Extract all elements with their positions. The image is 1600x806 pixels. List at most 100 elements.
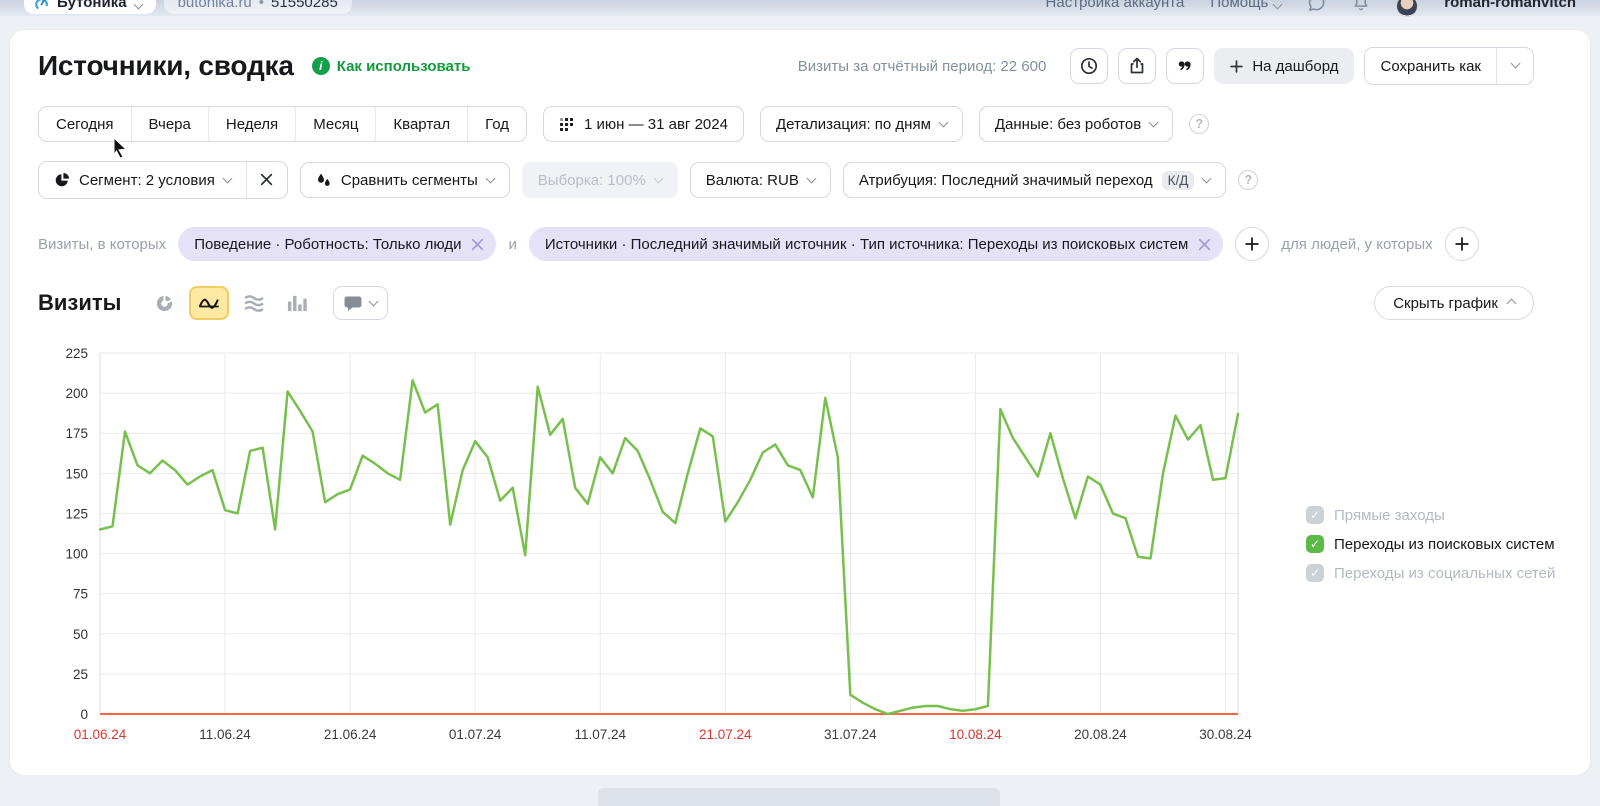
attribution-dropdown[interactable]: Атрибуция: Последний значимый переход К/… [843,162,1227,198]
help-menu[interactable]: Помощь [1210,0,1281,14]
chevron-down-icon [653,174,663,184]
segment-suffix-label: для людей, у которых [1281,236,1432,253]
topbar-right: Настройка аккаунта Помощь roman-romanvit… [1046,0,1576,14]
period-week[interactable]: Неделя [208,107,295,141]
segment-dropdown[interactable]: Сегмент: 2 условия [39,162,246,198]
username[interactable]: roman-romanvitch [1444,0,1576,14]
compare-segments-dropdown[interactable]: Сравнить сегменты [300,162,510,198]
currency-dropdown[interactable]: Валюта: RUB [690,162,831,198]
segment-filter-row: Сегмент: 2 условия Сравнить сегменты Выб… [38,161,1562,199]
period-year[interactable]: Год [467,107,526,141]
x-axis-tick: 20.08.24 [1074,727,1127,742]
metric-title: Визиты [38,290,121,316]
help-label: Помощь [1210,0,1268,11]
comments-dropdown[interactable] [333,286,388,320]
sampling-dropdown[interactable]: Выборка: 100% [522,162,678,198]
date-range-label: 1 июн — 31 авг 2024 [584,116,728,133]
plus-icon [1245,237,1259,251]
history-clock-button[interactable] [1070,48,1108,84]
pie-segment-icon [54,172,70,188]
chevron-down-icon [806,174,816,184]
save-as-dropdown-button[interactable] [1497,48,1533,82]
attribution-label: Атрибуция: Последний значимый переход [859,172,1153,189]
user-avatar[interactable] [1396,0,1418,17]
annotations-button[interactable] [1166,48,1204,84]
segment-button-group: Сегмент: 2 условия [38,161,288,199]
x-axis-tick: 21.06.24 [324,727,377,742]
segment-chip-robots[interactable]: Поведение · Роботность: Только люди [178,227,496,261]
notifications-bell-icon[interactable] [1352,0,1370,14]
add-visit-condition-button[interactable] [1235,227,1269,261]
period-filter-row: Сегодня Вчера Неделя Месяц Квартал Год 1… [38,106,1562,142]
visits-line-chart[interactable]: 025507510012515017520022501.06.2411.06.2… [38,339,1308,751]
horizontal-scrollbar[interactable] [598,788,1000,806]
segment-label: Сегмент: 2 условия [79,172,215,189]
y-axis-tick: 0 [80,707,88,722]
legend-item-0[interactable]: ✓ Прямые заходы [1306,506,1555,524]
chevron-down-icon [222,174,232,184]
period-visits-summary: Визиты за отчётный период: 22 600 [798,58,1047,75]
chart-type-pie-button[interactable] [147,286,181,320]
title-row: Источники, сводка i Как использовать Виз… [38,46,1562,86]
hide-chart-button[interactable]: Скрыть график [1374,286,1534,320]
help-icon[interactable]: ? [1189,114,1209,134]
chevron-down-icon [485,174,495,184]
export-button[interactable] [1118,48,1156,84]
legend-checkbox[interactable]: ✓ [1306,535,1324,553]
chevron-down-icon [1149,118,1159,128]
metrica-logo-icon [34,0,49,11]
detalization-dropdown[interactable]: Детализация: по дням [760,106,963,142]
y-axis-tick: 125 [65,506,88,521]
counter-info[interactable]: butonika.ru • 51550285 [164,0,352,14]
chevron-up-icon [1507,299,1517,309]
export-icon [1127,56,1147,76]
help-icon[interactable]: ? [1238,170,1258,190]
segment-chip-source[interactable]: Источники · Последний значимый источник … [529,227,1223,261]
close-icon[interactable] [1198,238,1211,251]
account-settings-link[interactable]: Настройка аккаунта [1046,0,1185,14]
legend-item-1[interactable]: ✓Переходы из поисковых систем [1306,535,1555,553]
top-navigation-bar: Бутоника butonika.ru • 51550285 Настройк… [0,0,1600,16]
plus-icon [1455,237,1469,251]
period-month[interactable]: Месяц [295,107,375,141]
data-mode-dropdown[interactable]: Данные: без роботов [979,106,1173,142]
legend-checkbox[interactable]: ✓ [1306,506,1324,524]
conjunction-label: и [508,236,516,253]
period-quarter[interactable]: Квартал [375,107,467,141]
close-icon[interactable] [471,238,484,251]
how-to-use-link[interactable]: i Как использовать [312,57,471,75]
quotes-icon [1175,56,1195,76]
topbar-row: Бутоника butonika.ru • 51550285 Настройк… [0,0,1600,14]
report-card: Источники, сводка i Как использовать Виз… [10,30,1590,775]
chart-type-line-button[interactable] [189,286,229,320]
period-today[interactable]: Сегодня [39,107,131,141]
chart-type-columns-button[interactable] [279,286,313,320]
page-title: Источники, сводка [38,50,294,82]
feedback-chat-icon[interactable] [1307,0,1326,14]
y-axis-tick: 150 [65,466,88,481]
add-to-dashboard-button[interactable]: На дашборд [1214,48,1354,84]
period-yesterday[interactable]: Вчера [131,107,208,141]
x-axis-tick: 01.07.24 [449,727,502,742]
chart-area: 025507510012515017520022501.06.2411.06.2… [38,339,1562,751]
hide-chart-label: Скрыть график [1393,295,1498,312]
date-range-button[interactable]: 1 июн — 31 авг 2024 [543,106,744,142]
visits-line-series [100,380,1238,714]
x-axis-tick: 11.06.24 [199,727,251,742]
counter-name: Бутоника [57,0,127,11]
save-as-button[interactable]: Сохранить как [1365,48,1496,84]
legend-label: Прямые заходы [1334,507,1445,524]
bottom-strip [0,775,1600,806]
clear-segment-button[interactable] [247,162,287,196]
add-user-condition-button[interactable] [1445,227,1479,261]
visits-header-row: Визиты [38,285,1562,321]
chevron-down-icon [1510,59,1520,69]
legend-item-2[interactable]: ✓Переходы из социальных сетей [1306,564,1555,582]
pie-chart-icon [154,293,175,314]
counter-selector[interactable]: Бутоника [24,0,156,14]
chart-type-stacked-button[interactable] [237,286,271,320]
legend-checkbox[interactable]: ✓ [1306,564,1324,582]
x-axis-tick: 10.08.24 [949,727,1002,742]
y-axis-tick: 75 [73,587,88,602]
separator-dot: • [259,0,264,11]
